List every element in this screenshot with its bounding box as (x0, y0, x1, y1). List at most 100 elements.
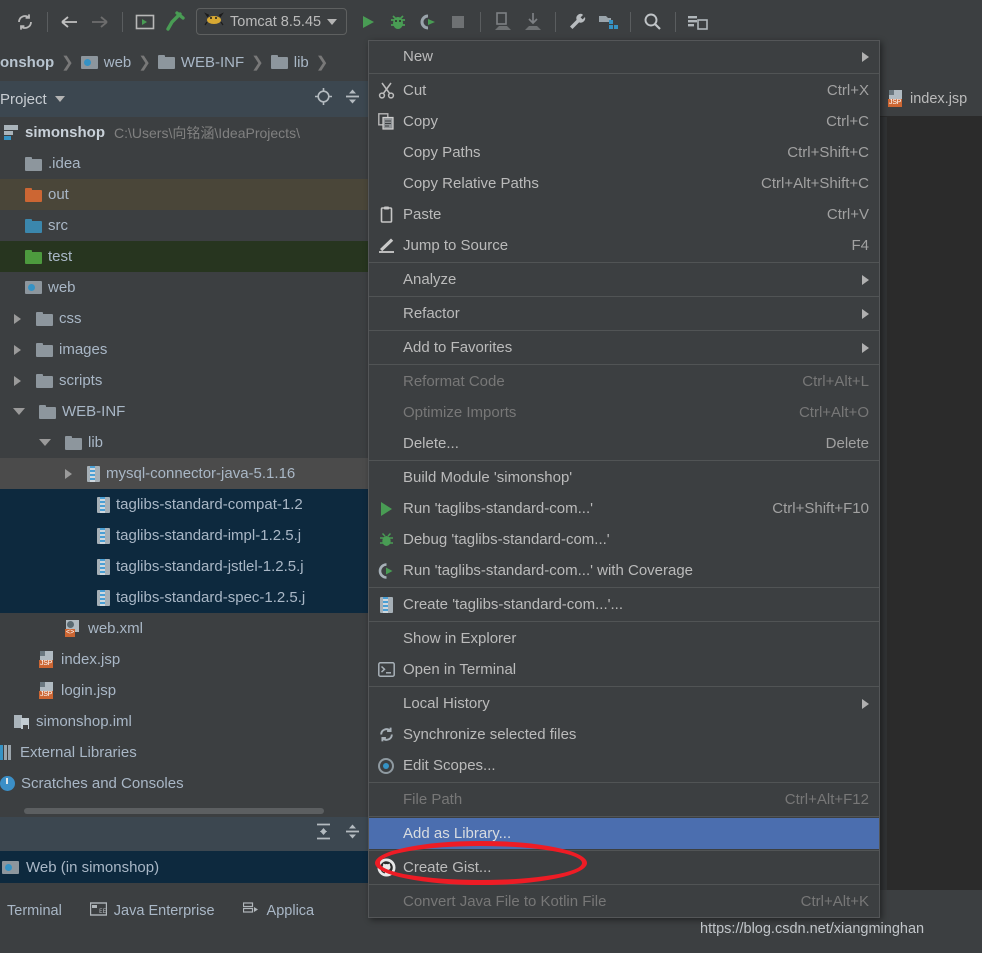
run-configuration-selector[interactable]: Tomcat 8.5.45 (196, 8, 348, 35)
tree-row-webxml[interactable]: <> web.xml (0, 613, 368, 644)
chevron-down-icon[interactable] (327, 18, 338, 25)
tree-row-web[interactable]: web (0, 272, 368, 303)
tree-row-idea[interactable]: .idea (0, 148, 368, 179)
menu-item-cut[interactable]: Cut Ctrl+X (369, 75, 879, 106)
breadcrumb-item-lib[interactable]: lib (270, 54, 309, 71)
tree-row-out[interactable]: out (0, 179, 368, 210)
folder-icon-css (36, 311, 53, 326)
menu-item-analyze[interactable]: Analyze (369, 264, 879, 295)
menu-item-local-history[interactable]: Local History (369, 688, 879, 719)
editor-tab-label: index.jsp (910, 90, 968, 107)
breadcrumb-item-module[interactable]: onshop (0, 54, 54, 71)
tree-label-simonshop: simonshop (25, 124, 106, 141)
chevron-right-icon-mysql[interactable] (65, 468, 72, 479)
tree-row-images[interactable]: images (0, 334, 368, 365)
menu-item-edit-scopes[interactable]: Edit Scopes... (369, 750, 879, 781)
tree-row-taglibs-impl[interactable]: taglibs-standard-impl-1.2.5.j (0, 520, 368, 551)
debug-icon[interactable] (383, 7, 413, 37)
project-structure-icon[interactable] (593, 7, 623, 37)
menu-item-create-config[interactable]: Create 'taglibs-standard-com...'... (369, 589, 879, 620)
editor-tab-index-jsp[interactable]: JSP index.jsp (880, 90, 967, 107)
run-icon[interactable] (353, 7, 383, 37)
menu-item-jump-to-source[interactable]: Jump to Source F4 (369, 230, 879, 261)
menu-item-copy-paths[interactable]: Copy Paths Ctrl+Shift+C (369, 137, 879, 168)
breadcrumb-item-web[interactable]: web (80, 54, 131, 71)
chevron-right-icon-css[interactable] (14, 313, 21, 324)
menu-item-open-in-terminal[interactable]: Open in Terminal (369, 654, 879, 685)
menu-item-build-module[interactable]: Build Module 'simonshop' (369, 462, 879, 493)
tree-row-taglibs-spec[interactable]: taglibs-standard-spec-1.2.5.j (0, 582, 368, 613)
jar-icon-compat (97, 496, 110, 513)
menu-item-new[interactable]: New (369, 41, 879, 72)
menu-label-file-path: File Path (403, 791, 463, 808)
run-coverage-icon[interactable] (413, 7, 443, 37)
tree-row-loginjsp[interactable]: JSP login.jsp (0, 675, 368, 706)
menu-item-run-with-coverage[interactable]: Run 'taglibs-standard-com...' with Cover… (369, 555, 879, 586)
expand-all-icon[interactable] (314, 822, 333, 846)
stop-icon[interactable] (443, 7, 473, 37)
menu-item-copy-relative-paths[interactable]: Copy Relative Paths Ctrl+Alt+Shift+C (369, 168, 879, 199)
settings-wrench-icon[interactable] (563, 7, 593, 37)
chevron-right-icon-images[interactable] (14, 344, 21, 355)
chevron-down-icon-project[interactable] (54, 96, 65, 102)
search-icon[interactable] (638, 7, 668, 37)
statusbar-application-servers[interactable]: Applica (242, 898, 314, 924)
menu-item-add-to-favorites[interactable]: Add to Favorites (369, 332, 879, 363)
collapse-all-icon[interactable] (343, 87, 362, 111)
debug-icon-menu (369, 532, 403, 548)
tree-row-scratches[interactable]: Scratches and Consoles (0, 768, 368, 799)
project-tree[interactable]: simonshop C:\Users\向铭涵\IdeaProjects\ .id… (0, 117, 368, 817)
tree-row-external-libraries[interactable]: External Libraries (0, 737, 368, 768)
breadcrumb-item-webinf[interactable]: WEB-INF (157, 54, 244, 71)
context-menu[interactable]: New Cut Ctrl+X Copy Ctrl+C Copy Paths Ct… (368, 40, 880, 918)
tree-row-webinf[interactable]: WEB-INF (0, 396, 368, 427)
menu-item-create-gist[interactable]: Create Gist... (369, 852, 879, 883)
sync-icon[interactable] (10, 7, 40, 37)
chevron-down-icon-webinf[interactable] (13, 408, 25, 415)
chevron-down-icon-lib[interactable] (39, 439, 51, 446)
menu-item-refactor[interactable]: Refactor (369, 298, 879, 329)
folder-icon-lib (65, 435, 82, 450)
tree-row-src[interactable]: src (0, 210, 368, 241)
jar-icon-jstlel (97, 558, 110, 575)
tree-row-test[interactable]: test (0, 241, 368, 272)
menu-label-debug: Debug 'taglibs-standard-com...' (403, 531, 610, 548)
tree-row-simonshop[interactable]: simonshop C:\Users\向铭涵\IdeaProjects\ (0, 117, 368, 148)
menu-item-synchronize[interactable]: Synchronize selected files (369, 719, 879, 750)
editor-area[interactable]: > 站用户， Msg!=nul 'javascr isterMsg !=null… (880, 117, 982, 890)
back-arrow-icon[interactable] (55, 7, 85, 37)
tree-row-lib[interactable]: lib (0, 427, 368, 458)
menu-item-show-in-explorer[interactable]: Show in Explorer (369, 623, 879, 654)
terminal-icon-menu (369, 662, 403, 677)
menu-item-debug[interactable]: Debug 'taglibs-standard-com...' (369, 524, 879, 555)
project-panel-title[interactable]: Project (0, 91, 47, 108)
tree-row-taglibs-compat[interactable]: taglibs-standard-compat-1.2 (0, 489, 368, 520)
jar-icon-mysql (87, 465, 100, 482)
build-hammer-icon[interactable] (160, 7, 190, 37)
tree-row-mysql-connector[interactable]: mysql-connector-java-5.1.16 (0, 458, 368, 489)
collapse-all-icon-bottom[interactable] (343, 822, 362, 846)
tree-row-taglibs-jstlel[interactable]: taglibs-standard-jstlel-1.2.5.j (0, 551, 368, 582)
tree-row-indexjsp[interactable]: JSP index.jsp (0, 644, 368, 675)
database-icon[interactable] (683, 7, 713, 37)
tree-horizontal-scrollbar[interactable] (0, 806, 368, 815)
menu-label-new: New (403, 48, 434, 65)
tree-label-taglibs-spec: taglibs-standard-spec-1.2.5.j (116, 589, 306, 606)
menu-item-add-as-library[interactable]: Add as Library... (369, 818, 879, 849)
menu-item-copy[interactable]: Copy Ctrl+C (369, 106, 879, 137)
forward-arrow-icon[interactable] (85, 7, 115, 37)
tree-row-css[interactable]: css (0, 303, 368, 334)
menu-item-delete[interactable]: Delete... Delete (369, 428, 879, 459)
menu-item-run[interactable]: Run 'taglibs-standard-com...' Ctrl+Shift… (369, 493, 879, 524)
locate-target-icon[interactable] (314, 87, 333, 111)
statusbar-terminal[interactable]: Terminal (0, 898, 62, 924)
run-panel-icon[interactable] (130, 7, 160, 37)
deploy-icon[interactable] (518, 7, 548, 37)
statusbar-java-enterprise[interactable]: EE Java Enterprise (89, 898, 215, 924)
tree-row-iml[interactable]: simonshop.iml (0, 706, 368, 737)
update-app-icon[interactable] (488, 7, 518, 37)
tree-row-scripts[interactable]: scripts (0, 365, 368, 396)
menu-item-paste[interactable]: Paste Ctrl+V (369, 199, 879, 230)
chevron-right-icon-scripts[interactable] (14, 375, 21, 386)
bottom-row-web[interactable]: Web (in simonshop) (0, 851, 368, 883)
